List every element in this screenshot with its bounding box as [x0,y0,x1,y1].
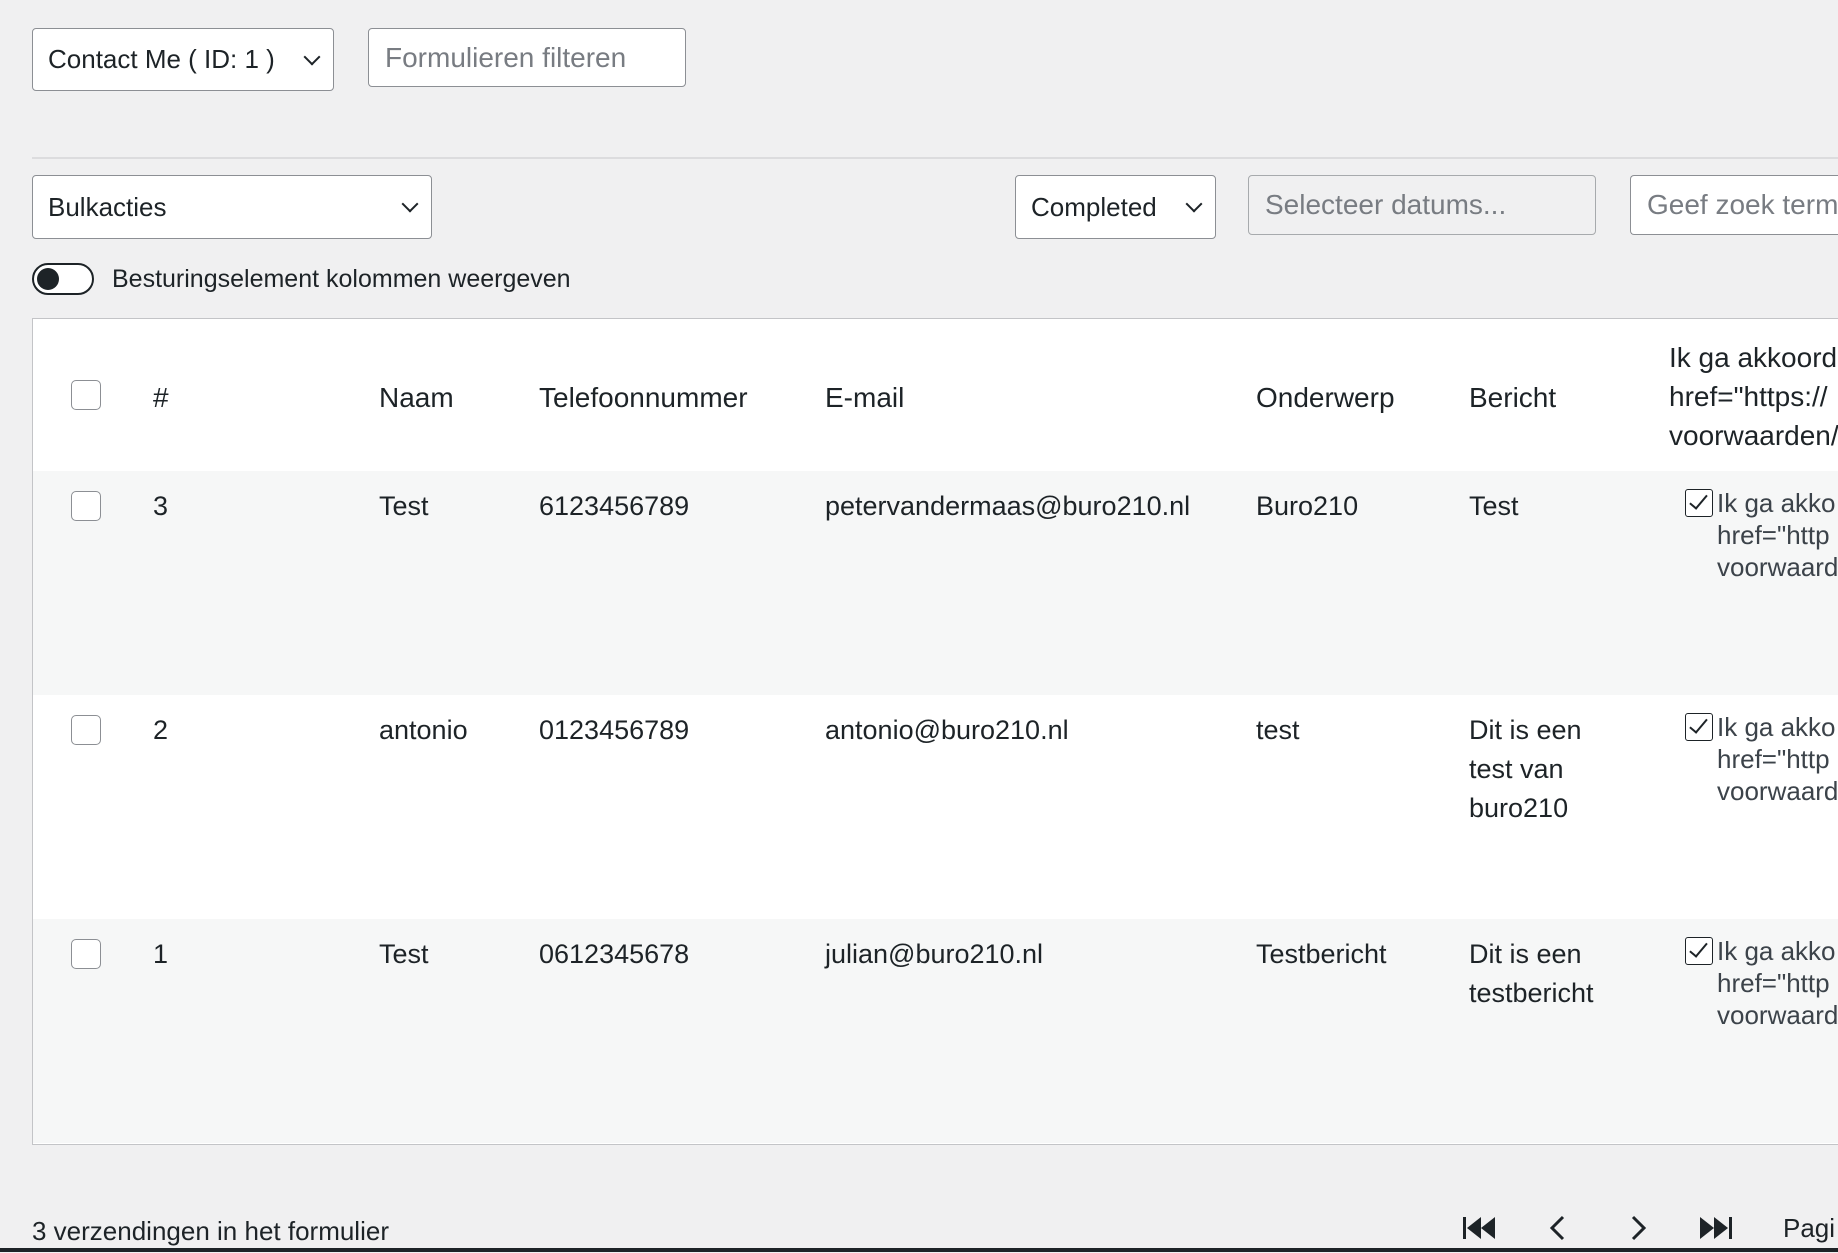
cell-email: antonio@buro210.nl [825,715,1069,745]
status-select[interactable]: Completed [1015,175,1216,239]
header-agree[interactable]: Ik ga akkoord href="https:// voorwaarden… [1669,338,1838,455]
window-bottom-edge [0,1248,1838,1252]
checkmark-icon [1685,937,1713,965]
cell-phone: 0612345678 [539,939,690,969]
form-select[interactable]: Contact Me ( ID: 1 ) [32,28,334,91]
bulk-actions-select[interactable]: Bulkacties [32,175,432,239]
row-checkbox[interactable] [71,939,101,969]
cell-email: petervandermaas@buro210.nl [825,491,1191,521]
table-row: 3 Test 6123456789 petervandermaas@buro21… [33,471,1838,695]
column-control-toggle-label: Besturingselement kolommen weergeven [112,265,571,293]
cell-email: julian@buro210.nl [825,939,1044,969]
cell-agree: Ik ga akko href="http voorwaard [1717,712,1838,806]
cell-id: 2 [153,715,169,745]
header-name[interactable]: Naam [379,378,454,417]
last-page-button[interactable] [1694,1208,1738,1248]
search-input[interactable]: Geef zoek term [1630,175,1838,235]
cell-name: Test [379,491,429,521]
checkmark-icon [1685,489,1713,517]
toggle-knob [37,268,59,290]
chevron-down-icon [1185,195,1203,213]
form-select-label: Contact Me ( ID: 1 ) [48,44,275,74]
cell-agree: Ik ga akko href="http voorwaard [1717,488,1838,582]
cell-name: antonio [379,715,468,745]
row-checkbox[interactable] [71,491,101,521]
cell-agree: Ik ga akko href="http voorwaard [1717,936,1838,1030]
header-email[interactable]: E-mail [825,378,904,417]
cell-name: Test [379,939,429,969]
cell-subject: Testbericht [1256,939,1387,969]
first-page-icon [1463,1217,1495,1239]
divider [32,157,1838,159]
submissions-table: # Naam Telefoonnummer E-mail Onderwerp B… [32,318,1838,1145]
page-label: Pagi [1783,1213,1836,1243]
header-phone[interactable]: Telefoonnummer [539,378,748,417]
form-filter-input[interactable]: Formulieren filteren [368,28,686,87]
date-range-input[interactable]: Selecteer datums... [1248,175,1596,235]
cell-message: Dit is een test van buro210 [1469,715,1582,823]
chevron-down-icon [303,48,321,65]
first-page-button[interactable] [1457,1208,1501,1248]
status-select-label: Completed [1031,191,1157,222]
column-control-toggle[interactable] [32,263,94,295]
header-message[interactable]: Bericht [1469,378,1556,417]
prev-page-icon [1549,1215,1565,1241]
next-page-button[interactable] [1615,1208,1659,1248]
last-page-icon [1700,1217,1732,1239]
cell-id: 1 [153,939,169,969]
header-id[interactable]: # [153,378,169,417]
table-header: # Naam Telefoonnummer E-mail Onderwerp B… [33,319,1838,472]
date-range-placeholder: Selecteer datums... [1265,189,1507,220]
header-subject[interactable]: Onderwerp [1256,378,1395,417]
cell-subject: test [1256,715,1300,745]
row-checkbox[interactable] [71,715,101,745]
submission-count: 3 verzendingen in het formulier [32,1216,389,1246]
checkmark-icon [1685,713,1713,741]
table-row: 2 antonio 0123456789 antonio@buro210.nl … [33,695,1838,919]
cell-id: 3 [153,491,169,521]
select-all-checkbox[interactable] [71,380,101,410]
cell-message: Test [1469,491,1519,521]
cell-message: Dit is een testbericht [1469,939,1594,1008]
table-row: 1 Test 0612345678 julian@buro210.nl Test… [33,919,1838,1143]
chevron-down-icon [401,195,419,213]
cell-phone: 0123456789 [539,715,690,745]
cell-phone: 6123456789 [539,491,690,521]
next-page-icon [1631,1215,1647,1241]
bulk-actions-label: Bulkacties [48,191,167,222]
cell-subject: Buro210 [1256,491,1359,521]
search-placeholder: Geef zoek term [1647,189,1838,220]
form-filter-placeholder: Formulieren filteren [385,41,627,73]
prev-page-button[interactable] [1537,1208,1581,1248]
